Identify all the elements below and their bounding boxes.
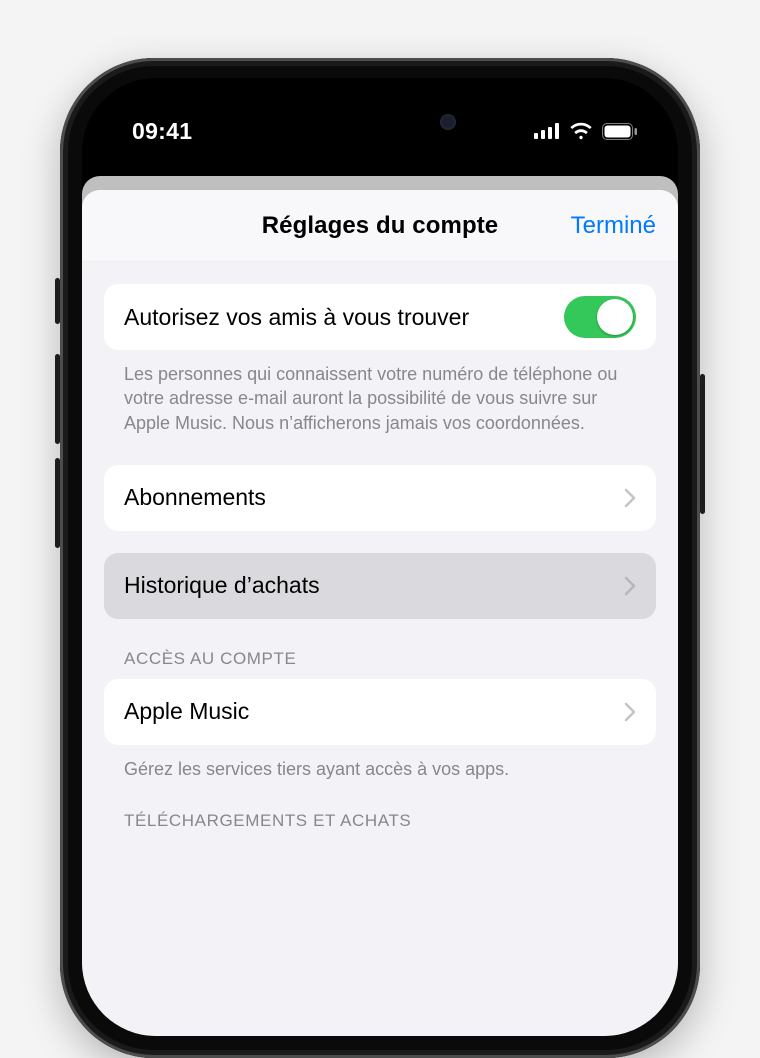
chevron-right-icon [624, 576, 636, 596]
allow-friends-row: Autorisez vos amis à vous trouver [104, 284, 656, 350]
status-indicators [534, 122, 638, 140]
side-button-power [700, 374, 705, 514]
chevron-right-icon [624, 488, 636, 508]
apple-music-label: Apple Music [124, 698, 624, 725]
wifi-icon [569, 122, 593, 140]
subscriptions-row[interactable]: Abonnements [104, 465, 656, 531]
purchase-history-label: Historique d’achats [124, 572, 624, 599]
account-access-footnote: Gérez les services tiers ayant accès à v… [104, 745, 656, 781]
front-camera [440, 114, 456, 130]
allow-friends-label: Autorisez vos amis à vous trouver [124, 304, 564, 331]
apple-music-row[interactable]: Apple Music [104, 679, 656, 745]
account-settings-modal: Réglages du compte Terminé Autorisez vos… [82, 190, 678, 1036]
status-time: 09:41 [132, 118, 192, 145]
battery-icon [602, 123, 638, 140]
modal-title: Réglages du compte [262, 212, 499, 240]
toggle-knob [597, 299, 633, 335]
subscriptions-label: Abonnements [124, 484, 624, 511]
chevron-right-icon [624, 702, 636, 722]
purchase-history-row[interactable]: Historique d’achats [104, 553, 656, 619]
done-button[interactable]: Terminé [571, 212, 656, 240]
phone-screen: 09:41 [82, 78, 678, 1036]
phone-frame: 09:41 [60, 58, 700, 1058]
side-button-silent [55, 278, 60, 324]
side-button-volume-up [55, 354, 60, 444]
dynamic-island [286, 98, 474, 146]
cellular-icon [534, 123, 560, 139]
modal-header: Réglages du compte Terminé [82, 190, 678, 262]
side-button-volume-down [55, 458, 60, 548]
account-access-header: ACCÈS AU COMPTE [104, 619, 656, 679]
allow-friends-toggle[interactable] [564, 296, 636, 338]
downloads-header: TÉLÉCHARGEMENTS ET ACHATS [104, 781, 656, 841]
modal-body[interactable]: Autorisez vos amis à vous trouver Les pe… [82, 262, 678, 1036]
allow-friends-footnote: Les personnes qui connaissent votre numé… [104, 350, 656, 435]
